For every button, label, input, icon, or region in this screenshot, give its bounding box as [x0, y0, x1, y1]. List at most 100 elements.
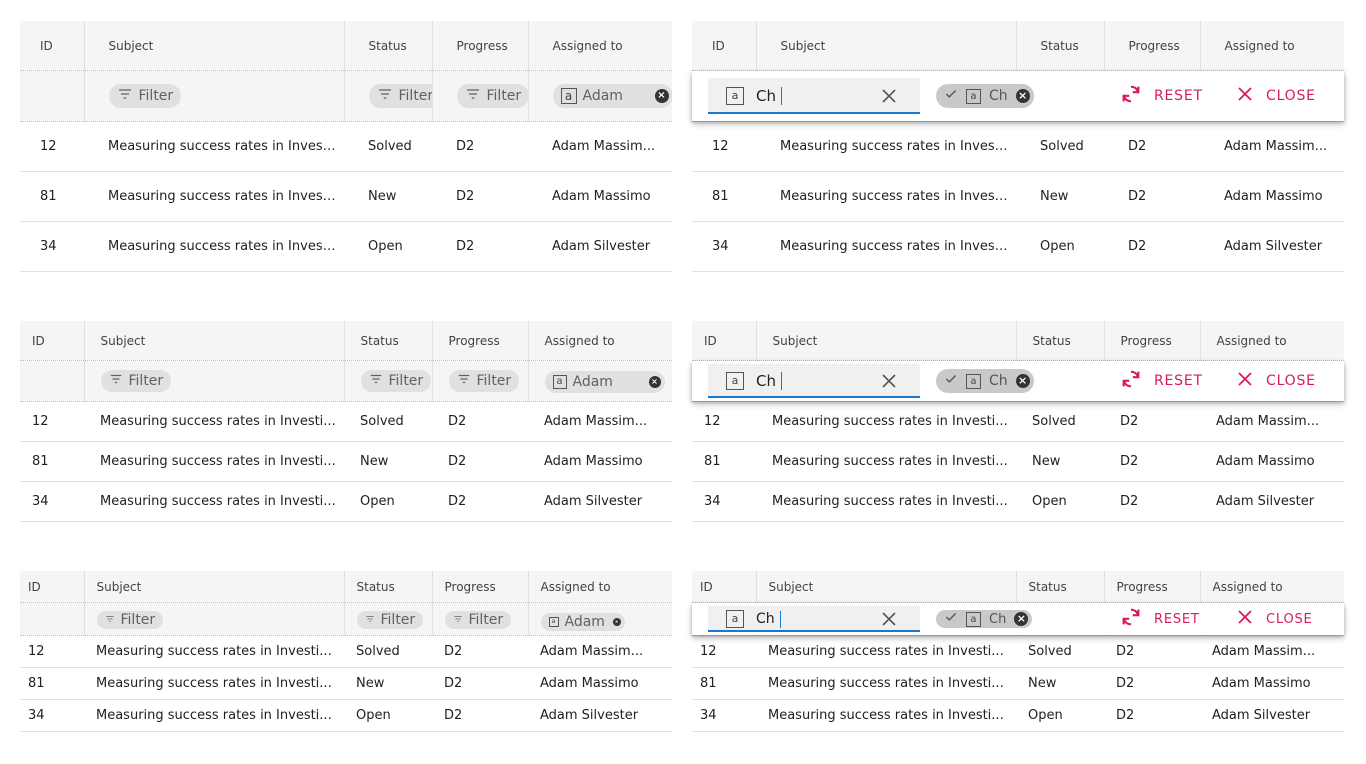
close-button[interactable]: CLOSE — [1236, 85, 1316, 107]
filter-value-chip[interactable]: a Ch × — [936, 84, 1034, 108]
table-row[interactable]: 12 Measuring success rates in Investi... S… — [20, 401, 672, 442]
table-row[interactable]: 34 Measuring success rates in Investi... O… — [692, 481, 1344, 522]
table-row[interactable]: 12 Measuring success rates in Investi... S… — [20, 635, 672, 668]
table-row[interactable]: 12 Measuring success rates in Investi... S… — [692, 635, 1344, 668]
column-header-id[interactable]: ID — [20, 21, 85, 71]
column-header-subject[interactable]: Subject — [84, 21, 345, 71]
column-header-id[interactable]: ID — [20, 321, 85, 361]
filter-text-input[interactable]: a Ch — [708, 364, 920, 398]
column-header-subject[interactable]: Subject — [756, 321, 1017, 361]
close-label: CLOSE — [1266, 88, 1316, 104]
filter-chip[interactable]: Filter — [456, 84, 527, 108]
clear-icon[interactable] — [880, 372, 898, 394]
cell-progress: D2 — [432, 121, 528, 172]
column-header-assigned-to[interactable]: Assigned to — [528, 321, 672, 361]
column-header-id[interactable]: ID — [692, 571, 757, 603]
column-header-progress[interactable]: Progress — [432, 571, 529, 603]
filter-chip[interactable]: Filter — [448, 370, 520, 392]
filter-chip[interactable]: Filter — [100, 370, 172, 392]
table-row[interactable]: 34 Measuring success rates in Investi... O… — [692, 221, 1344, 272]
table-row[interactable]: 81 Measuring success rates in Investi... N… — [20, 441, 672, 482]
column-header-assigned-to[interactable]: Assigned to — [528, 571, 672, 603]
column-header-subject[interactable]: Subject — [756, 21, 1017, 71]
reset-icon — [1120, 368, 1142, 394]
filter-chip-label: Filter — [388, 373, 424, 389]
filter-value-chip[interactable]: a Ch × — [936, 369, 1034, 393]
column-header-status[interactable]: Status — [344, 321, 433, 361]
column-header-progress[interactable]: Progress — [432, 21, 529, 71]
close-button[interactable]: CLOSE — [1236, 608, 1313, 630]
filter-chip[interactable]: Filter — [96, 611, 164, 629]
cell-subject: Measuring success rates in Investi... — [756, 481, 1016, 522]
table-row[interactable]: 12 Measuring success rates in Investi... S… — [692, 401, 1344, 442]
close-button[interactable]: CLOSE — [1236, 370, 1316, 392]
close-icon — [1236, 85, 1254, 107]
clear-icon[interactable]: × — [654, 89, 669, 103]
column-header-assigned-to[interactable]: Assigned to — [1200, 571, 1344, 603]
column-header-status[interactable]: Status — [1016, 321, 1105, 361]
cell-status: Open — [344, 699, 432, 732]
column-header-id[interactable]: ID — [692, 21, 757, 71]
reset-button[interactable]: RESET — [1120, 85, 1203, 107]
clear-icon[interactable] — [880, 610, 898, 632]
clear-icon[interactable] — [880, 87, 898, 109]
column-header-subject[interactable]: Subject — [84, 571, 345, 603]
filter-chip[interactable]: Filter — [368, 84, 431, 108]
clear-icon[interactable]: × — [1015, 374, 1030, 388]
filter-icon — [377, 86, 393, 106]
filter-chip[interactable]: Filter — [356, 611, 424, 629]
column-header-id[interactable]: ID — [692, 321, 757, 361]
cell-progress: D2 — [1104, 221, 1200, 272]
table-row[interactable]: 12 Measuring success rates in Investi... S… — [20, 121, 672, 172]
table-row[interactable]: 81 Measuring success rates in Investi... N… — [20, 171, 672, 222]
cell-id: 12 — [20, 635, 84, 668]
column-header-progress[interactable]: Progress — [1104, 571, 1201, 603]
filter-text-input[interactable]: a Ch — [708, 606, 920, 632]
cell-progress: D2 — [1104, 441, 1200, 482]
table-row[interactable]: 34 Measuring success rates in Investi... O… — [20, 221, 672, 272]
column-header-id[interactable]: ID — [20, 571, 85, 603]
filter-chip-label: Filter — [468, 612, 504, 628]
cell-assigned: Adam Massim... — [528, 121, 672, 172]
cell-assigned: Adam Massim... — [1200, 121, 1344, 172]
column-header-assigned-to[interactable]: Assigned to — [528, 21, 672, 71]
filter-icon — [465, 86, 481, 106]
filter-editor-panel: a Ch a Ch × RESET CLOSE — [692, 71, 1344, 121]
table-row[interactable]: 81 Measuring success rates in Investi... N… — [692, 171, 1344, 222]
filter-value-chip[interactable]: a Ch × — [936, 610, 1033, 628]
table-row[interactable]: 12 Measuring success rates in Investi... S… — [692, 121, 1344, 172]
column-header-assigned-to[interactable]: Assigned to — [1200, 21, 1344, 71]
filter-icon — [105, 612, 115, 628]
clear-icon[interactable]: × — [612, 617, 621, 626]
clear-icon[interactable]: × — [648, 376, 661, 388]
column-header-status[interactable]: Status — [1016, 21, 1105, 71]
filter-text-input[interactable]: a Ch — [708, 78, 920, 114]
column-header-progress[interactable]: Progress — [1104, 321, 1201, 361]
cell-status: Solved — [344, 121, 432, 172]
assigned-filter-chip[interactable]: a Adam × — [540, 612, 625, 631]
cell-progress: D2 — [432, 667, 528, 700]
filter-chip[interactable]: Filter — [108, 84, 182, 108]
clear-icon[interactable]: × — [1014, 612, 1029, 626]
filter-chip[interactable]: Filter — [444, 611, 512, 629]
reset-button[interactable]: RESET — [1120, 370, 1203, 392]
column-header-status[interactable]: Status — [344, 571, 433, 603]
table-row[interactable]: 34 Measuring success rates in Investi... O… — [20, 481, 672, 522]
column-header-subject[interactable]: Subject — [84, 321, 345, 361]
table-row[interactable]: 81 Measuring success rates in Investi... N… — [20, 667, 672, 700]
filter-chip[interactable]: Filter — [360, 370, 431, 392]
table-row[interactable]: 81 Measuring success rates in Investi... N… — [692, 441, 1344, 482]
column-header-status[interactable]: Status — [1016, 571, 1105, 603]
assigned-filter-chip[interactable]: a Adam × — [552, 84, 672, 108]
table-row[interactable]: 34 Measuring success rates in Investi... O… — [692, 699, 1344, 732]
assigned-filter-chip[interactable]: a Adam × — [544, 371, 665, 393]
column-header-assigned-to[interactable]: Assigned to — [1200, 321, 1344, 361]
reset-button[interactable]: RESET — [1120, 608, 1200, 630]
column-header-subject[interactable]: Subject — [756, 571, 1017, 603]
table-row[interactable]: 81 Measuring success rates in Investi... N… — [692, 667, 1344, 700]
column-header-progress[interactable]: Progress — [432, 321, 529, 361]
column-header-progress[interactable]: Progress — [1104, 21, 1201, 71]
column-header-status[interactable]: Status — [344, 21, 433, 71]
clear-icon[interactable]: × — [1015, 89, 1030, 103]
table-row[interactable]: 34 Measuring success rates in Investi... O… — [20, 699, 672, 732]
